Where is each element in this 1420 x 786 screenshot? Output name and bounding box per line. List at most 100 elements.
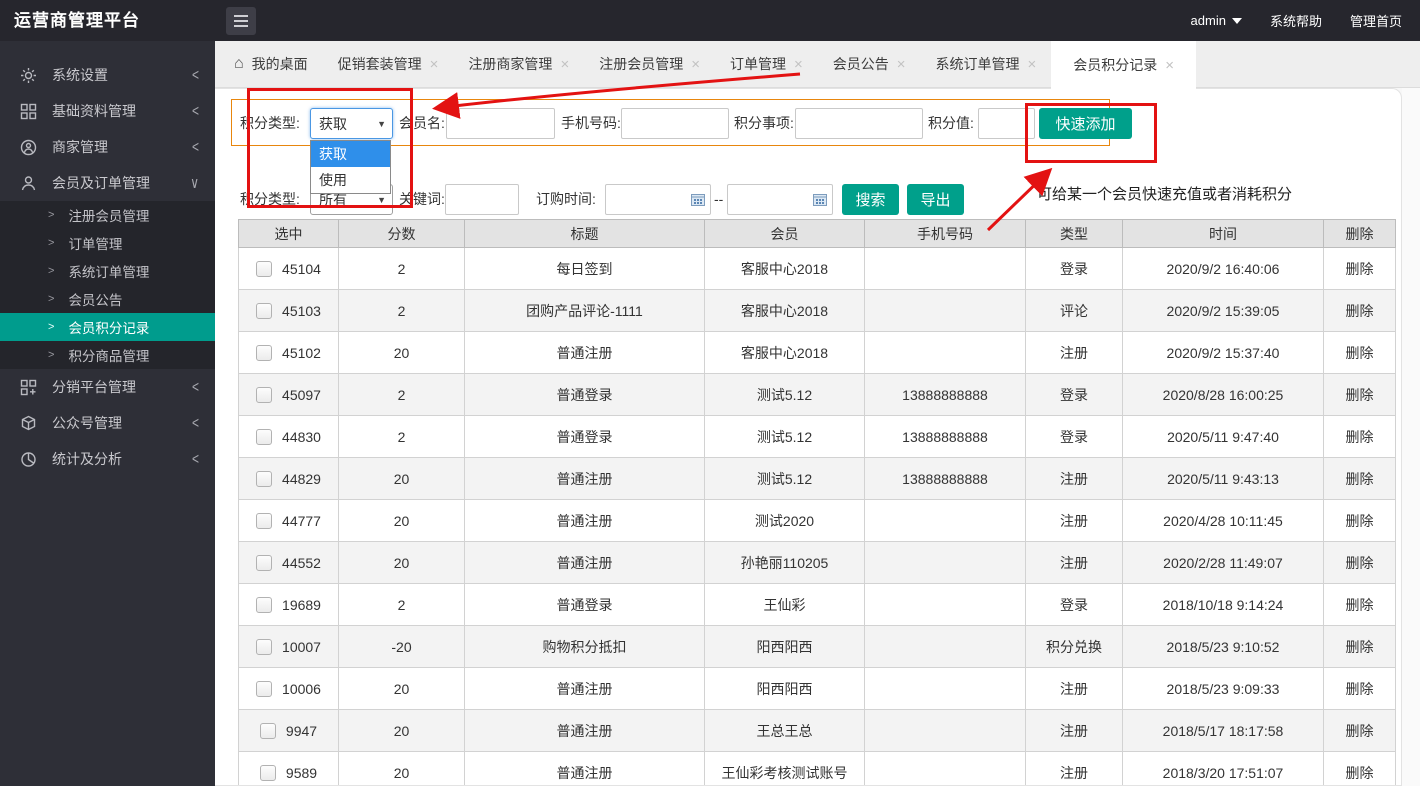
select-caret-icon: ▼ bbox=[377, 118, 386, 129]
row-delete-link[interactable]: 删除 bbox=[1323, 583, 1396, 626]
row-delete-link[interactable]: 删除 bbox=[1323, 331, 1396, 374]
arrow-right-icon: > bbox=[48, 265, 55, 277]
row-phone bbox=[864, 247, 1026, 290]
sidebar-item-member-orders[interactable]: 会员及订单管理 ∨ bbox=[0, 165, 215, 201]
user-menu[interactable]: admin bbox=[1191, 13, 1242, 28]
close-icon[interactable]: × bbox=[691, 57, 700, 72]
sidebar-item-statistics[interactable]: 统计及分析 < bbox=[0, 441, 215, 477]
sidebar-toggle-button[interactable] bbox=[226, 7, 256, 35]
row-type: 注册 bbox=[1025, 499, 1123, 542]
row-type: 注册 bbox=[1025, 709, 1123, 752]
close-icon[interactable]: × bbox=[1165, 58, 1174, 73]
calendar-icon[interactable] bbox=[691, 193, 705, 206]
row-delete-link[interactable]: 删除 bbox=[1323, 541, 1396, 584]
phone-input[interactable] bbox=[621, 108, 729, 139]
row-type: 登录 bbox=[1025, 247, 1123, 290]
row-time: 2018/3/20 17:51:07 bbox=[1122, 751, 1324, 785]
tab-register-member[interactable]: 注册会员管理 × bbox=[584, 41, 715, 87]
row-delete-link[interactable]: 删除 bbox=[1323, 373, 1396, 416]
search-button[interactable]: 搜索 bbox=[842, 184, 899, 215]
tab-member-points-record[interactable]: 会员积分记录 × bbox=[1051, 41, 1197, 89]
row-member: 测试5.12 bbox=[704, 415, 865, 458]
close-icon[interactable]: × bbox=[560, 57, 569, 72]
sidebar-item-official-account[interactable]: 公众号管理 < bbox=[0, 405, 215, 441]
date-to-field[interactable] bbox=[727, 184, 833, 215]
row-delete-link[interactable]: 删除 bbox=[1323, 667, 1396, 710]
row-checkbox[interactable] bbox=[256, 554, 273, 571]
row-delete-link[interactable]: 删除 bbox=[1323, 247, 1396, 290]
row-delete-link[interactable]: 删除 bbox=[1323, 499, 1396, 542]
row-member: 测试2020 bbox=[704, 499, 865, 542]
row-checkbox[interactable] bbox=[256, 596, 273, 613]
tab-my-desktop[interactable]: ⌂ 我的桌面 bbox=[219, 41, 323, 87]
row-phone bbox=[864, 331, 1026, 374]
row-delete-link[interactable]: 删除 bbox=[1323, 625, 1396, 668]
table-row: 45103 2 团购产品评论-1111 客服中心2018 评论 2020/9/2 15:3… bbox=[238, 289, 1396, 332]
export-button[interactable]: 导出 bbox=[907, 184, 964, 215]
col-header-type: 类型 bbox=[1025, 219, 1123, 248]
row-checkbox[interactable] bbox=[256, 260, 273, 277]
row-checkbox[interactable] bbox=[256, 302, 273, 319]
date-to-input[interactable] bbox=[733, 190, 813, 209]
row-phone: 13888888888 bbox=[864, 373, 1026, 416]
dropdown-option-use[interactable]: 使用 bbox=[311, 167, 390, 193]
sidebar-item-order-mgmt[interactable]: > 订单管理 bbox=[0, 229, 215, 257]
calendar-icon[interactable] bbox=[813, 193, 827, 206]
sidebar-item-points-goods-mgmt[interactable]: > 积分商品管理 bbox=[0, 341, 215, 369]
sidebar-item-member-points-record[interactable]: > 会员积分记录 bbox=[0, 313, 215, 341]
member-name-input[interactable] bbox=[446, 108, 555, 139]
row-checkbox[interactable] bbox=[256, 680, 273, 697]
tab-member-notice[interactable]: 会员公告 × bbox=[818, 41, 921, 87]
tab-system-order-mgmt[interactable]: 系统订单管理 × bbox=[921, 41, 1052, 87]
sidebar-item-register-member[interactable]: > 注册会员管理 bbox=[0, 201, 215, 229]
tab-promo-package[interactable]: 促销套装管理 × bbox=[323, 41, 454, 87]
quick-add-button[interactable]: 快速添加 bbox=[1039, 108, 1132, 139]
close-icon[interactable]: × bbox=[430, 57, 439, 72]
row-delete-link[interactable]: 删除 bbox=[1323, 289, 1396, 332]
row-checkbox[interactable] bbox=[256, 512, 273, 529]
tab-register-merchant[interactable]: 注册商家管理 × bbox=[453, 41, 584, 87]
row-checkbox[interactable] bbox=[256, 470, 273, 487]
row-select-cell: 45103 bbox=[238, 289, 339, 332]
close-icon[interactable]: × bbox=[794, 57, 803, 72]
row-checkbox[interactable] bbox=[259, 764, 276, 781]
arrow-right-icon: > bbox=[48, 237, 55, 249]
row-delete-link[interactable]: 删除 bbox=[1323, 415, 1396, 458]
close-icon[interactable]: × bbox=[1028, 57, 1037, 72]
row-phone bbox=[864, 625, 1026, 668]
col-header-delete: 删除 bbox=[1323, 219, 1396, 248]
tab-order-mgmt[interactable]: 订单管理 × bbox=[715, 41, 818, 87]
row-select-cell: 44829 bbox=[238, 457, 339, 500]
points-item-input[interactable] bbox=[795, 108, 923, 139]
row-checkbox[interactable] bbox=[256, 344, 273, 361]
sidebar-item-system-order-mgmt[interactable]: > 系统订单管理 bbox=[0, 257, 215, 285]
sidebar-item-system-settings[interactable]: 系统设置 < bbox=[0, 57, 215, 93]
row-type: 注册 bbox=[1025, 751, 1123, 785]
keyword-input[interactable] bbox=[445, 184, 519, 215]
date-from-input[interactable] bbox=[611, 190, 691, 209]
close-icon[interactable]: × bbox=[897, 57, 906, 72]
table-header-row: 选中 分数 标题 会员 手机号码 类型 时间 删除 bbox=[238, 219, 1396, 248]
date-from-field[interactable] bbox=[605, 184, 711, 215]
admin-home-link[interactable]: 管理首页 bbox=[1350, 11, 1402, 30]
sidebar-item-basic-data[interactable]: 基础资料管理 < bbox=[0, 93, 215, 129]
dropdown-option-get[interactable]: 获取 bbox=[311, 141, 390, 167]
row-time: 2020/9/2 16:40:06 bbox=[1122, 247, 1324, 290]
user-name: admin bbox=[1190, 13, 1226, 28]
row-member: 王仙彩考核测试账号 bbox=[704, 751, 865, 785]
system-help-link[interactable]: 系统帮助 bbox=[1270, 11, 1322, 30]
sidebar-item-merchant-mgmt[interactable]: 商家管理 < bbox=[0, 129, 215, 165]
row-checkbox[interactable] bbox=[256, 428, 273, 445]
points-value-input[interactable] bbox=[978, 108, 1035, 139]
row-time: 2018/10/18 9:14:24 bbox=[1122, 583, 1324, 626]
row-checkbox[interactable] bbox=[256, 386, 273, 403]
sidebar-item-member-notice[interactable]: > 会员公告 bbox=[0, 285, 215, 313]
points-type-select[interactable]: 获取 ▼ bbox=[310, 108, 393, 139]
wechat-icon bbox=[18, 414, 38, 432]
sidebar-item-distribution-platform[interactable]: 分销平台管理 < bbox=[0, 369, 215, 405]
row-delete-link[interactable]: 删除 bbox=[1323, 709, 1396, 752]
row-delete-link[interactable]: 删除 bbox=[1323, 457, 1396, 500]
row-delete-link[interactable]: 删除 bbox=[1323, 751, 1396, 785]
row-checkbox[interactable] bbox=[259, 722, 276, 739]
row-checkbox[interactable] bbox=[256, 638, 273, 655]
